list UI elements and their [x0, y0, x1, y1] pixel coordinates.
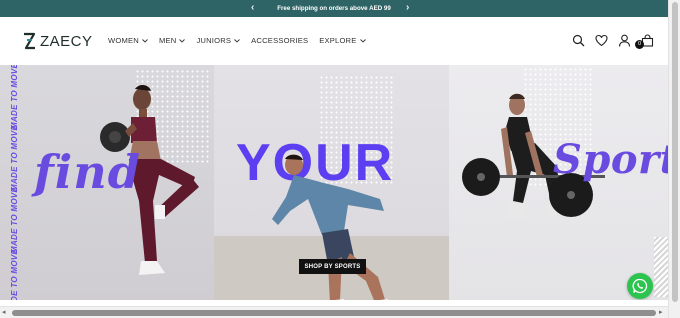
whatsapp-icon — [632, 278, 648, 294]
nav-item-men[interactable]: MEN — [158, 36, 186, 45]
header-icons: 0 — [572, 34, 664, 49]
scroll-right-arrow-icon[interactable]: ▸ — [659, 308, 663, 316]
announcement-text: Free shipping on orders above AED 99 — [277, 5, 391, 12]
nav-item-label: EXPLORE — [319, 36, 357, 45]
hero-word-sport: Sport — [553, 136, 668, 183]
brand-logo[interactable]: ZAECY — [22, 30, 93, 52]
athlete-man-image — [272, 154, 389, 300]
nav-item-juniors[interactable]: JUNIORS — [196, 36, 240, 45]
vertical-scroll-thumb[interactable] — [672, 2, 678, 302]
announcement-prev-arrow[interactable]: ‹ — [251, 2, 254, 14]
chevron-down-icon — [179, 38, 186, 43]
main-nav: WOMEN MEN JUNIORS ACCESSORIES EXPLORE — [108, 36, 377, 45]
vertical-scrollbar[interactable] — [668, 0, 680, 318]
brand-logo-mark-icon — [24, 32, 36, 50]
brand-name: ZAECY — [40, 32, 93, 50]
cart-button[interactable]: 0 — [635, 34, 654, 49]
announcement-bar: ‹ Free shipping on orders above AED 99 › — [0, 0, 668, 17]
announcement-next-arrow[interactable]: › — [406, 2, 409, 14]
whatsapp-chat-button[interactable] — [627, 273, 653, 299]
search-icon[interactable] — [572, 34, 585, 47]
chevron-down-icon — [142, 38, 148, 43]
account-icon[interactable] — [618, 34, 631, 47]
horizontal-scrollbar[interactable]: ◂ ▸ — [0, 306, 668, 318]
nav-item-label: MEN — [158, 36, 177, 45]
wishlist-heart-icon[interactable] — [595, 34, 608, 47]
nav-item-women[interactable]: WOMEN — [108, 36, 148, 45]
hero-banner[interactable]: MADE TO MOVE MADE TO MOVE MADE TO MOVE M… — [0, 65, 668, 300]
nav-item-explore[interactable]: EXPLORE — [319, 36, 366, 45]
nav-item-label: JUNIORS — [196, 36, 232, 45]
hero-word-find: find — [34, 145, 141, 199]
hero-panel-left: MADE TO MOVE MADE TO MOVE MADE TO MOVE M… — [0, 65, 214, 300]
horizontal-scroll-thumb[interactable] — [12, 310, 656, 316]
made-to-move-side-text: MADE TO MOVE MADE TO MOVE MADE TO MOVE M… — [0, 65, 19, 300]
side-text-line: MADE TO MOVE — [10, 65, 19, 129]
side-text-line: MADE TO MOVE — [10, 186, 19, 253]
nav-item-label: ACCESSORIES — [251, 36, 309, 45]
scroll-left-arrow-icon[interactable]: ◂ — [2, 308, 6, 316]
chevron-down-icon — [234, 38, 240, 43]
nav-item-label: WOMEN — [108, 36, 139, 45]
site-header: ZAECY WOMEN MEN JUNIORS ACCESSORIES EXPL… — [0, 17, 668, 65]
shop-by-sports-button[interactable]: SHOP BY SPORTS — [299, 259, 366, 274]
stripe-decoration — [654, 237, 668, 297]
side-text-line: MADE TO MOVE — [10, 248, 19, 300]
nav-item-accessories[interactable]: ACCESSORIES — [251, 36, 308, 45]
chevron-down-icon — [359, 38, 366, 43]
cart-count-badge: 0 — [635, 40, 644, 49]
side-text-line: MADE TO MOVE — [10, 124, 19, 191]
